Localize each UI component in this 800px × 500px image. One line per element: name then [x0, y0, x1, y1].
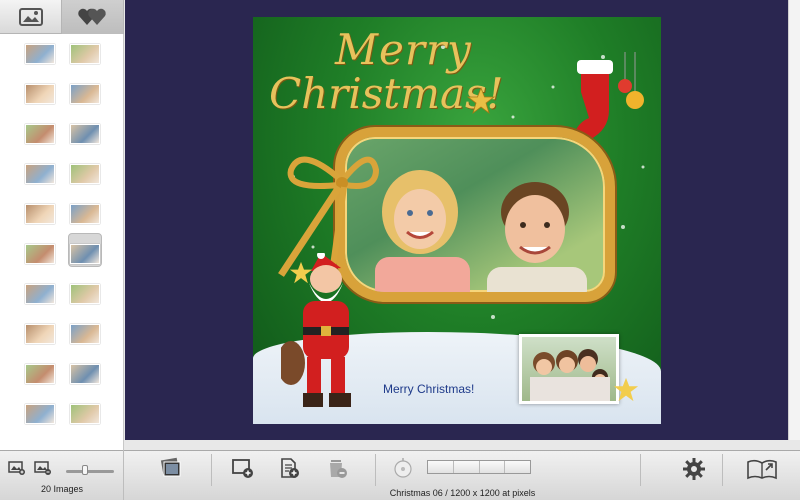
- family-photo-image: [530, 349, 610, 401]
- image-thumbnail[interactable]: [25, 124, 55, 144]
- layout-option-3[interactable]: [479, 461, 506, 473]
- layout-option-1[interactable]: [428, 461, 454, 473]
- photos-stack-icon: [160, 457, 181, 477]
- add-document-icon: [281, 458, 299, 478]
- photo-icon: [18, 8, 43, 26]
- image-thumbnail[interactable]: [25, 44, 55, 64]
- image-thumbnail[interactable]: [70, 124, 100, 144]
- thumbnail-grid: [0, 34, 124, 450]
- layout-selector[interactable]: [427, 460, 531, 474]
- girl-photo: [375, 170, 470, 292]
- image-thumbnail[interactable]: [25, 324, 55, 344]
- image-thumbnail[interactable]: [70, 164, 100, 184]
- image-thumbnail[interactable]: [70, 204, 100, 224]
- image-browser-panel: [0, 0, 124, 450]
- gear-icon: [683, 458, 705, 480]
- layout-option-2[interactable]: [453, 461, 480, 473]
- image-thumbnail[interactable]: [25, 84, 55, 104]
- add-images-button[interactable]: [8, 460, 26, 476]
- remove-image-icon: [34, 461, 51, 475]
- remove-images-button[interactable]: [34, 460, 52, 476]
- image-thumbnail[interactable]: [25, 244, 55, 264]
- vertical-scrollbar[interactable]: [788, 0, 800, 440]
- images-count: 20 Images: [40, 484, 84, 494]
- trash-icon: [330, 460, 347, 478]
- image-thumbnail[interactable]: [70, 404, 100, 424]
- image-thumbnail[interactable]: [70, 364, 100, 384]
- gold-star-small-icon: [289, 261, 313, 284]
- layout-option-4[interactable]: [505, 461, 530, 473]
- image-thumbnail[interactable]: [70, 284, 100, 304]
- thumbnail-size-slider[interactable]: [66, 470, 114, 473]
- photos-tab[interactable]: [0, 0, 62, 34]
- delete-button[interactable]: [323, 455, 351, 481]
- gold-star-icon: [467, 87, 495, 115]
- christmas-card[interactable]: Merry Christmas! Merry Christmas!: [253, 17, 661, 424]
- image-thumbnail[interactable]: [25, 164, 55, 184]
- hearts-icon: [77, 8, 106, 26]
- image-thumbnail[interactable]: [70, 324, 100, 344]
- family-photo[interactable]: [519, 334, 619, 404]
- image-thumbnail[interactable]: [25, 404, 55, 424]
- favorites-tab[interactable]: [62, 0, 124, 34]
- toolbar-separator: [640, 454, 641, 486]
- image-thumbnail[interactable]: [70, 84, 100, 104]
- card-caption: Merry Christmas!: [383, 382, 475, 396]
- templates-button[interactable]: [156, 455, 184, 481]
- share-button[interactable]: [745, 455, 779, 483]
- open-book-share-icon: [747, 459, 777, 480]
- image-thumbnail[interactable]: [70, 44, 100, 64]
- boy-photo: [487, 182, 587, 292]
- gold-star-corner-icon: [613, 377, 639, 402]
- add-page-button[interactable]: [275, 455, 303, 481]
- add-frame-icon: [232, 459, 253, 478]
- status-bar: Christmas 06 / 1200 x 1200 at pixels: [389, 488, 536, 498]
- rotate-dial-icon: [394, 458, 412, 478]
- browser-tabs: [0, 0, 124, 34]
- image-thumbnail[interactable]: [25, 204, 55, 224]
- settings-button[interactable]: [680, 455, 708, 483]
- card-title-line1: Merry: [335, 25, 472, 74]
- image-thumbnail[interactable]: [25, 284, 55, 304]
- slider-knob[interactable]: [82, 465, 89, 475]
- add-image-icon: [8, 461, 25, 475]
- rotate-button[interactable]: [390, 455, 416, 481]
- add-frame-button[interactable]: [229, 455, 257, 481]
- image-thumbnail[interactable]: [70, 244, 100, 264]
- image-thumbnail[interactable]: [25, 364, 55, 384]
- toolbar-separator: [375, 454, 376, 486]
- toolbar-separator: [211, 454, 212, 486]
- toolbar-separator: [722, 454, 723, 486]
